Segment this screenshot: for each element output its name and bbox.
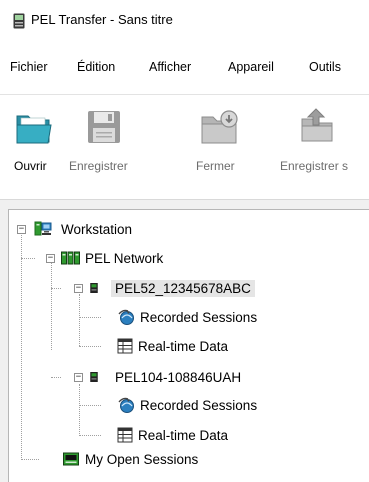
save-as-button[interactable]: Enregistrer s — [277, 95, 369, 185]
tree-node-device2-recorded[interactable]: Recorded Sessions — [117, 394, 257, 416]
device-icon — [90, 372, 98, 382]
workstation-label: Workstation — [61, 221, 133, 237]
floppy-disk-icon — [88, 111, 120, 143]
tree-line — [51, 377, 61, 378]
expander-network[interactable]: − — [46, 254, 55, 263]
tree-node-device2-realtime[interactable]: Real-time Data — [117, 424, 228, 446]
tree-line — [79, 435, 101, 436]
network-devices-icon — [61, 251, 80, 265]
window-title: PEL Transfer - Sans titre — [31, 12, 173, 27]
app-icon — [13, 13, 25, 29]
close-button[interactable]: Fermer — [192, 95, 242, 185]
save-as-icon — [301, 108, 333, 142]
recorded-sessions-icon — [118, 397, 134, 413]
title-bar: PEL Transfer - Sans titre — [0, 0, 369, 40]
tree-node-device1-realtime[interactable]: Real-time Data — [117, 335, 228, 357]
recorded-sessions-icon — [118, 309, 134, 325]
tree-line — [21, 258, 35, 259]
tree-node-device2[interactable]: PEL104-108846UAH — [89, 366, 241, 388]
device2-recorded-label: Recorded Sessions — [140, 397, 258, 413]
close-folder-icon — [201, 110, 238, 144]
expander-device1[interactable]: − — [74, 284, 83, 293]
menu-appareil[interactable]: Appareil — [228, 60, 274, 74]
device2-label: PEL104-108846UAH — [115, 369, 242, 385]
device2-realtime-label: Real-time Data — [138, 427, 229, 443]
tree-line — [21, 233, 22, 460]
expander-device2[interactable]: − — [74, 373, 83, 382]
open-label: Ouvrir — [14, 159, 47, 173]
menu-outils[interactable]: Outils — [309, 60, 341, 74]
tree-line — [51, 288, 61, 289]
tree-line — [79, 405, 101, 406]
tree-line — [79, 384, 80, 436]
tree-line — [79, 294, 80, 346]
expander-workstation[interactable]: − — [17, 225, 26, 234]
device1-label: PEL52_12345678ABC — [111, 279, 255, 297]
table-data-icon — [117, 338, 133, 354]
device1-realtime-label: Real-time Data — [138, 338, 229, 354]
device-icon — [90, 283, 98, 293]
open-button[interactable]: Ouvrir — [14, 95, 54, 185]
tree-node-device1-recorded[interactable]: Recorded Sessions — [117, 306, 257, 328]
menu-afficher[interactable]: Afficher — [149, 60, 191, 74]
save-button[interactable]: Enregistrer — [67, 95, 141, 185]
workstation-icon — [34, 221, 52, 236]
tree-line — [51, 262, 52, 350]
tree-node-open-sessions[interactable]: My Open Sessions — [61, 448, 198, 470]
menu-fichier[interactable]: Fichier — [10, 60, 48, 74]
open-sessions-icon — [63, 452, 79, 466]
save-as-label: Enregistrer s — [280, 159, 349, 173]
tree-node-network[interactable]: PEL Network — [61, 247, 163, 269]
device1-recorded-label: Recorded Sessions — [140, 309, 258, 325]
tree-node-device1[interactable]: PEL52_12345678ABC — [89, 277, 255, 299]
tree-node-workstation[interactable]: Workstation — [30, 218, 132, 240]
menu-bar: Fichier Édition Afficher Appareil Outils — [0, 40, 369, 95]
network-label: PEL Network — [85, 250, 164, 266]
toolbar: Ouvrir Enregistrer Fermer Enregistrer s — [0, 95, 369, 200]
folder-open-icon — [16, 115, 52, 144]
tree-line — [79, 317, 101, 318]
device-tree[interactable]: − − − − Workstation PEL Network PEL52_12… — [8, 209, 369, 482]
close-label: Fermer — [196, 159, 235, 173]
tree-line — [21, 459, 39, 460]
table-data-icon — [117, 427, 133, 443]
menu-edition[interactable]: Édition — [77, 60, 115, 74]
save-label: Enregistrer — [69, 159, 128, 173]
tree-line — [79, 346, 101, 347]
open-sessions-label: My Open Sessions — [85, 451, 199, 467]
